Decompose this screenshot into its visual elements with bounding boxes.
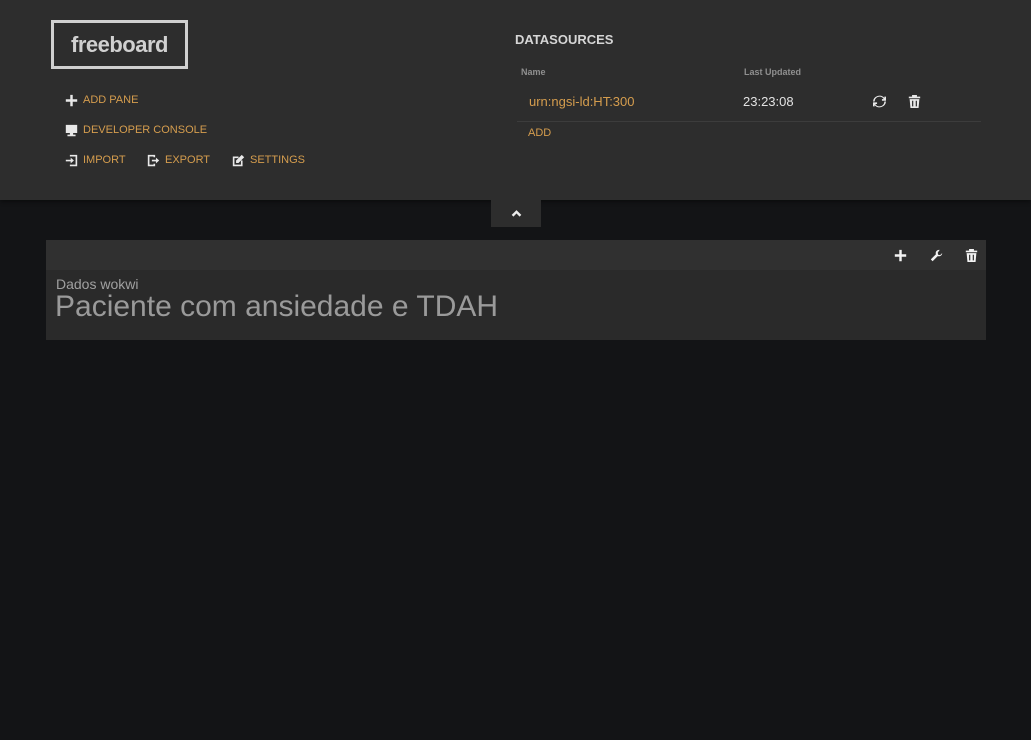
datasources-last-updated-header: Last Updated <box>744 67 802 77</box>
collapse-header-button[interactable] <box>491 200 541 227</box>
add-pane-button[interactable]: ADD PANE <box>64 93 138 107</box>
datasource-name-link[interactable]: urn:ngsi-ld:HT:300 <box>529 94 635 109</box>
datasource-refresh-button[interactable] <box>871 93 887 109</box>
pane-settings-button[interactable] <box>928 247 944 263</box>
add-pane-label: ADD PANE <box>83 94 139 106</box>
plus-icon <box>64 93 78 107</box>
monitor-icon <box>64 123 78 137</box>
pane-header <box>46 240 986 270</box>
import-icon <box>64 153 78 167</box>
edit-icon <box>231 153 245 167</box>
developer-console-button[interactable]: DEVELOPER CONSOLE <box>64 123 207 137</box>
trash-icon <box>908 94 920 108</box>
datasources-title: DATASOURCES <box>515 32 614 47</box>
widget-value: Paciente com ansiedade e TDAH <box>55 290 499 323</box>
export-label: EXPORT <box>165 154 211 166</box>
pane-delete-button[interactable] <box>963 247 979 263</box>
chevron-up-icon <box>511 210 521 217</box>
plus-icon <box>894 249 906 261</box>
pane: Dados wokwi Paciente com ansiedade e TDA… <box>46 240 986 340</box>
datasource-row-divider <box>517 121 981 122</box>
developer-console-label: DEVELOPER CONSOLE <box>83 124 208 136</box>
export-button[interactable]: EXPORT <box>146 153 210 167</box>
datasources-name-header: Name <box>521 67 546 77</box>
admin-bar: freeboard ADD PANE DEVELOPER CONSOLE IMP… <box>0 0 1031 200</box>
export-icon <box>146 153 160 167</box>
pane-add-widget-button[interactable] <box>892 247 908 263</box>
refresh-icon <box>872 95 886 107</box>
wrench-icon <box>930 249 942 261</box>
datasource-last-updated: 23:23:08 <box>743 94 794 109</box>
import-button[interactable]: IMPORT <box>64 153 126 167</box>
datasource-delete-button[interactable] <box>906 93 922 109</box>
trash-icon <box>965 248 977 262</box>
add-datasource-button[interactable]: ADD <box>528 127 551 139</box>
freeboard-logo: freeboard <box>51 20 188 69</box>
import-label: IMPORT <box>83 154 126 166</box>
settings-button[interactable]: SETTINGS <box>231 153 305 167</box>
settings-label: SETTINGS <box>250 154 306 166</box>
